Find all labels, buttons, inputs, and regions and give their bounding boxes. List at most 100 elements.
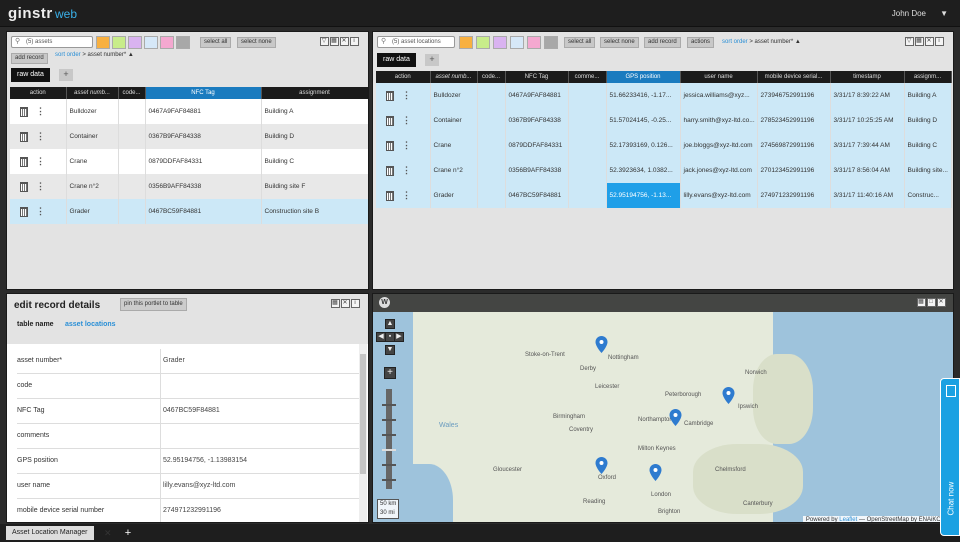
table-cell[interactable]: 278523452991196 [757,108,831,133]
add-tab-button[interactable]: + [118,526,138,540]
sort-order-label[interactable]: sort order [722,39,748,45]
table-cell[interactable]: Bulldozer [66,99,119,124]
table-cell[interactable]: 0467BC59F84881 [145,199,262,224]
select-all-button[interactable]: select all [200,37,232,48]
sort-order-label[interactable]: sort order [55,52,81,58]
table-cell[interactable] [477,83,506,108]
table-row[interactable]: ⋮ Crane 0879DDFAF84331 52.17393169, 0.126..… [376,133,952,158]
column-header[interactable]: assignment [261,87,368,99]
column-header[interactable]: user name [680,71,758,83]
table-cell[interactable] [568,133,607,158]
table-cell[interactable]: jack.jones@xyz-ltd.com [680,158,758,183]
delete-icon[interactable] [20,206,28,217]
table-cell[interactable]: 0356B9AFF84338 [145,174,262,199]
table-cell[interactable]: Crane [430,133,478,158]
table-cell[interactable] [568,183,607,208]
pan-center-icon[interactable]: ▪ [385,332,395,342]
pan-right-icon[interactable]: ▶ [394,332,404,342]
more-options-icon[interactable]: ⋮ [402,190,411,201]
filter-icon[interactable]: ▽ [320,37,329,46]
color-filter-grey[interactable] [176,36,190,49]
table-cell[interactable]: 270123452991196 [757,158,831,183]
table-cell[interactable] [568,108,607,133]
info-icon[interactable]: i [350,37,359,46]
more-options-icon[interactable]: ⋮ [402,140,411,151]
table-row[interactable]: ⋮ Bulldozer 0467A9FAF84881 Building A [10,99,368,124]
user-menu-caret-icon[interactable]: ▼ [940,9,948,18]
table-cell[interactable]: Crane n°2 [66,174,119,199]
table-cell[interactable]: 0879DDFAF84331 [505,133,569,158]
select-none-button[interactable]: select none [600,37,639,48]
close-tab-icon[interactable]: ✕ [104,528,112,539]
color-filter-orange[interactable] [459,36,473,49]
table-row[interactable]: ⋮ Crane n°2 0356B9AFF84338 52.3923634, 1.03… [376,158,952,183]
more-options-icon[interactable]: ⋮ [36,156,45,167]
tab-raw-data[interactable]: raw data [377,53,416,67]
color-filter-purple[interactable] [128,36,142,49]
table-row[interactable]: ⋮ Grader 0467BC59F84881 Construction site B [10,199,368,224]
table-cell[interactable]: 3/31/17 10:25:25 AM [830,108,905,133]
table-cell[interactable]: 3/31/17 11:40:16 AM [830,183,905,208]
table-cell[interactable]: 0356B9AFF84338 [505,158,569,183]
table-cell[interactable]: jessica.williams@xyz... [680,83,758,108]
color-filter-purple[interactable] [493,36,507,49]
column-header[interactable]: NFC Tag [505,71,569,83]
table-cell[interactable] [118,199,146,224]
close-icon[interactable]: ✕ [937,298,946,307]
table-cell[interactable] [118,99,146,124]
map-marker-oxford[interactable] [595,457,608,474]
actions-button[interactable]: actions [687,37,715,48]
color-filter-green[interactable] [476,36,490,49]
add-record-button[interactable]: add record [11,53,48,64]
table-cell[interactable]: 51.66233416, -1.17... [606,83,681,108]
column-header[interactable]: timestamp [830,71,905,83]
pin-portlet-button[interactable]: pin this portlet to table [120,298,187,311]
more-options-icon[interactable]: ⋮ [402,165,411,176]
column-header[interactable]: assignm... [904,71,952,83]
table-cell[interactable]: Building D [261,124,368,149]
field-value-input[interactable]: Grader [163,357,185,364]
expand-icon[interactable]: □ [927,298,936,307]
table-cell[interactable]: 274569872991196 [757,133,831,158]
table-cell[interactable]: 3/31/17 8:39:22 AM [830,83,905,108]
table-cell[interactable]: 52.17393169, 0.126... [606,133,681,158]
assets-search-input[interactable]: ⚲ (5) assets [11,36,93,48]
map-marker-ipswich[interactable] [722,387,735,404]
table-cell[interactable]: 0367B9FAF84338 [145,124,262,149]
table-name-value[interactable]: asset locations [65,321,116,328]
table-cell[interactable]: lilly.evans@xyz-ltd.com [680,183,758,208]
table-row[interactable]: ⋮ Container 0367B9FAF84338 Building D [10,124,368,149]
close-icon[interactable]: ✕ [340,37,349,46]
table-cell[interactable]: Building A [904,83,952,108]
select-none-button[interactable]: select none [237,37,276,48]
column-header[interactable]: asset numb... [430,71,478,83]
table-row[interactable]: ⋮ Container 0367B9FAF84338 51.57024145, -0.… [376,108,952,133]
add-record-button[interactable]: add record [644,37,681,48]
table-cell[interactable] [477,133,506,158]
field-value-input[interactable]: 52.95194756, -1.13983154 [163,457,247,464]
table-cell[interactable]: 51.57024145, -0.25... [606,108,681,133]
table-cell[interactable]: Construc... [904,183,952,208]
table-cell[interactable]: Building site... [904,158,952,183]
table-row[interactable]: ⋮ Bulldozer 0467A9FAF84881 51.66233416, -1.… [376,83,952,108]
column-header[interactable]: mobile device serial... [757,71,831,83]
table-cell[interactable]: Crane [66,149,119,174]
table-cell[interactable]: 52.95194756, -1.13... [606,183,681,208]
table-cell[interactable]: 3/31/17 7:39:44 AM [830,133,905,158]
table-cell[interactable]: Building D [904,108,952,133]
color-filter-blue[interactable] [144,36,158,49]
more-options-icon[interactable]: ⋮ [36,206,45,217]
table-cell[interactable]: 3/31/17 8:56:04 AM [830,158,905,183]
pan-down-icon[interactable]: ▼ [385,345,395,355]
delete-icon[interactable] [386,140,394,151]
color-filter-orange[interactable] [96,36,110,49]
table-cell[interactable] [118,174,146,199]
more-options-icon[interactable]: ⋮ [36,131,45,142]
table-cell[interactable]: Building C [261,149,368,174]
scrollbar-thumb[interactable] [360,354,366,474]
delete-icon[interactable] [386,190,394,201]
add-tab-button[interactable]: + [59,69,73,81]
table-row[interactable]: ⋮ Crane 0879DDFAF84331 Building C [10,149,368,174]
column-header[interactable]: GPS position [606,71,681,83]
table-cell[interactable]: Building C [904,133,952,158]
